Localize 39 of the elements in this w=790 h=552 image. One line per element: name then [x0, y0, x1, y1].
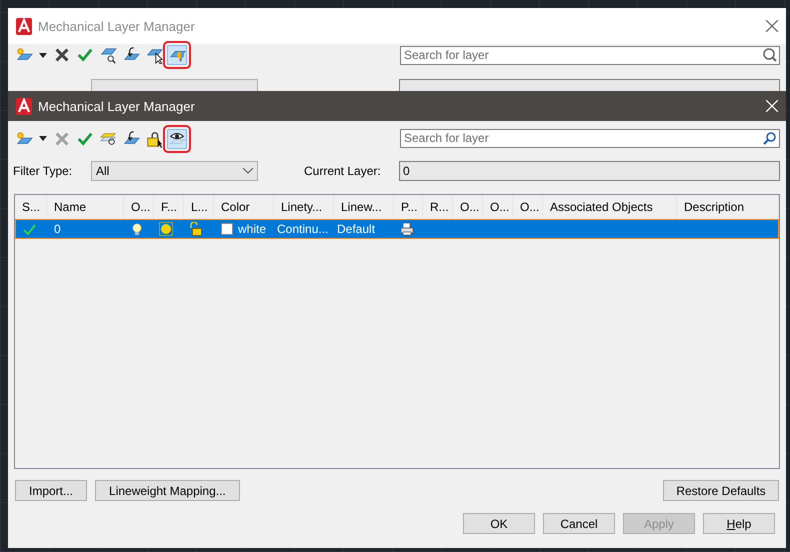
filter-type-label: Filter Type:	[13, 164, 74, 178]
dialog-button[interactable]: Cancel	[543, 513, 615, 534]
lightbulb-icon[interactable]	[132, 222, 142, 236]
sun-icon[interactable]	[159, 222, 173, 236]
search-icon	[763, 130, 777, 144]
color-name: white	[238, 222, 266, 236]
dialog-button[interactable]: OK	[463, 513, 535, 534]
current-layer-label: Current Layer:	[304, 164, 382, 178]
window-title: Mechanical Layer Manager	[38, 18, 196, 34]
search-field[interactable]: Search for layer	[400, 128, 780, 148]
window-title: Mechanical Layer Manager	[38, 98, 196, 114]
delete-icon	[53, 46, 71, 64]
layer-cursor-icon	[145, 46, 163, 64]
caret-icon	[39, 52, 47, 58]
filter-type-dropdown[interactable]: All	[91, 161, 258, 181]
linetype: Continu...	[277, 222, 328, 236]
current-layer-field: 0	[399, 161, 780, 181]
lineweight: Default	[337, 222, 376, 236]
layer-search-icon	[99, 46, 117, 64]
padlock-icon[interactable]	[189, 222, 203, 236]
layer-name: 0	[54, 222, 61, 236]
lock-icon	[145, 130, 163, 148]
printer-icon[interactable]	[400, 222, 414, 236]
app-logo-icon	[16, 18, 32, 34]
search-field[interactable]: Search for layer	[400, 46, 780, 64]
close-icon[interactable]	[766, 20, 778, 32]
caret-icon	[39, 136, 47, 141]
app-logo-icon	[16, 98, 32, 114]
layer-row[interactable]: 0 white Continu... Default	[15, 219, 779, 239]
restore-defaults-button[interactable]: Restore Defaults	[663, 480, 779, 501]
color-swatch[interactable]	[221, 223, 233, 235]
checkmark-icon	[76, 130, 94, 148]
chevron-icon	[243, 168, 253, 174]
delete-icon	[53, 130, 71, 148]
dialog-button[interactable]: Lineweight Mapping...	[95, 480, 240, 501]
checkmark-icon	[76, 46, 94, 64]
search-icon	[763, 48, 777, 62]
dialog-button[interactable]: Import...	[15, 480, 88, 501]
dialog-button[interactable]: Help	[703, 513, 775, 534]
